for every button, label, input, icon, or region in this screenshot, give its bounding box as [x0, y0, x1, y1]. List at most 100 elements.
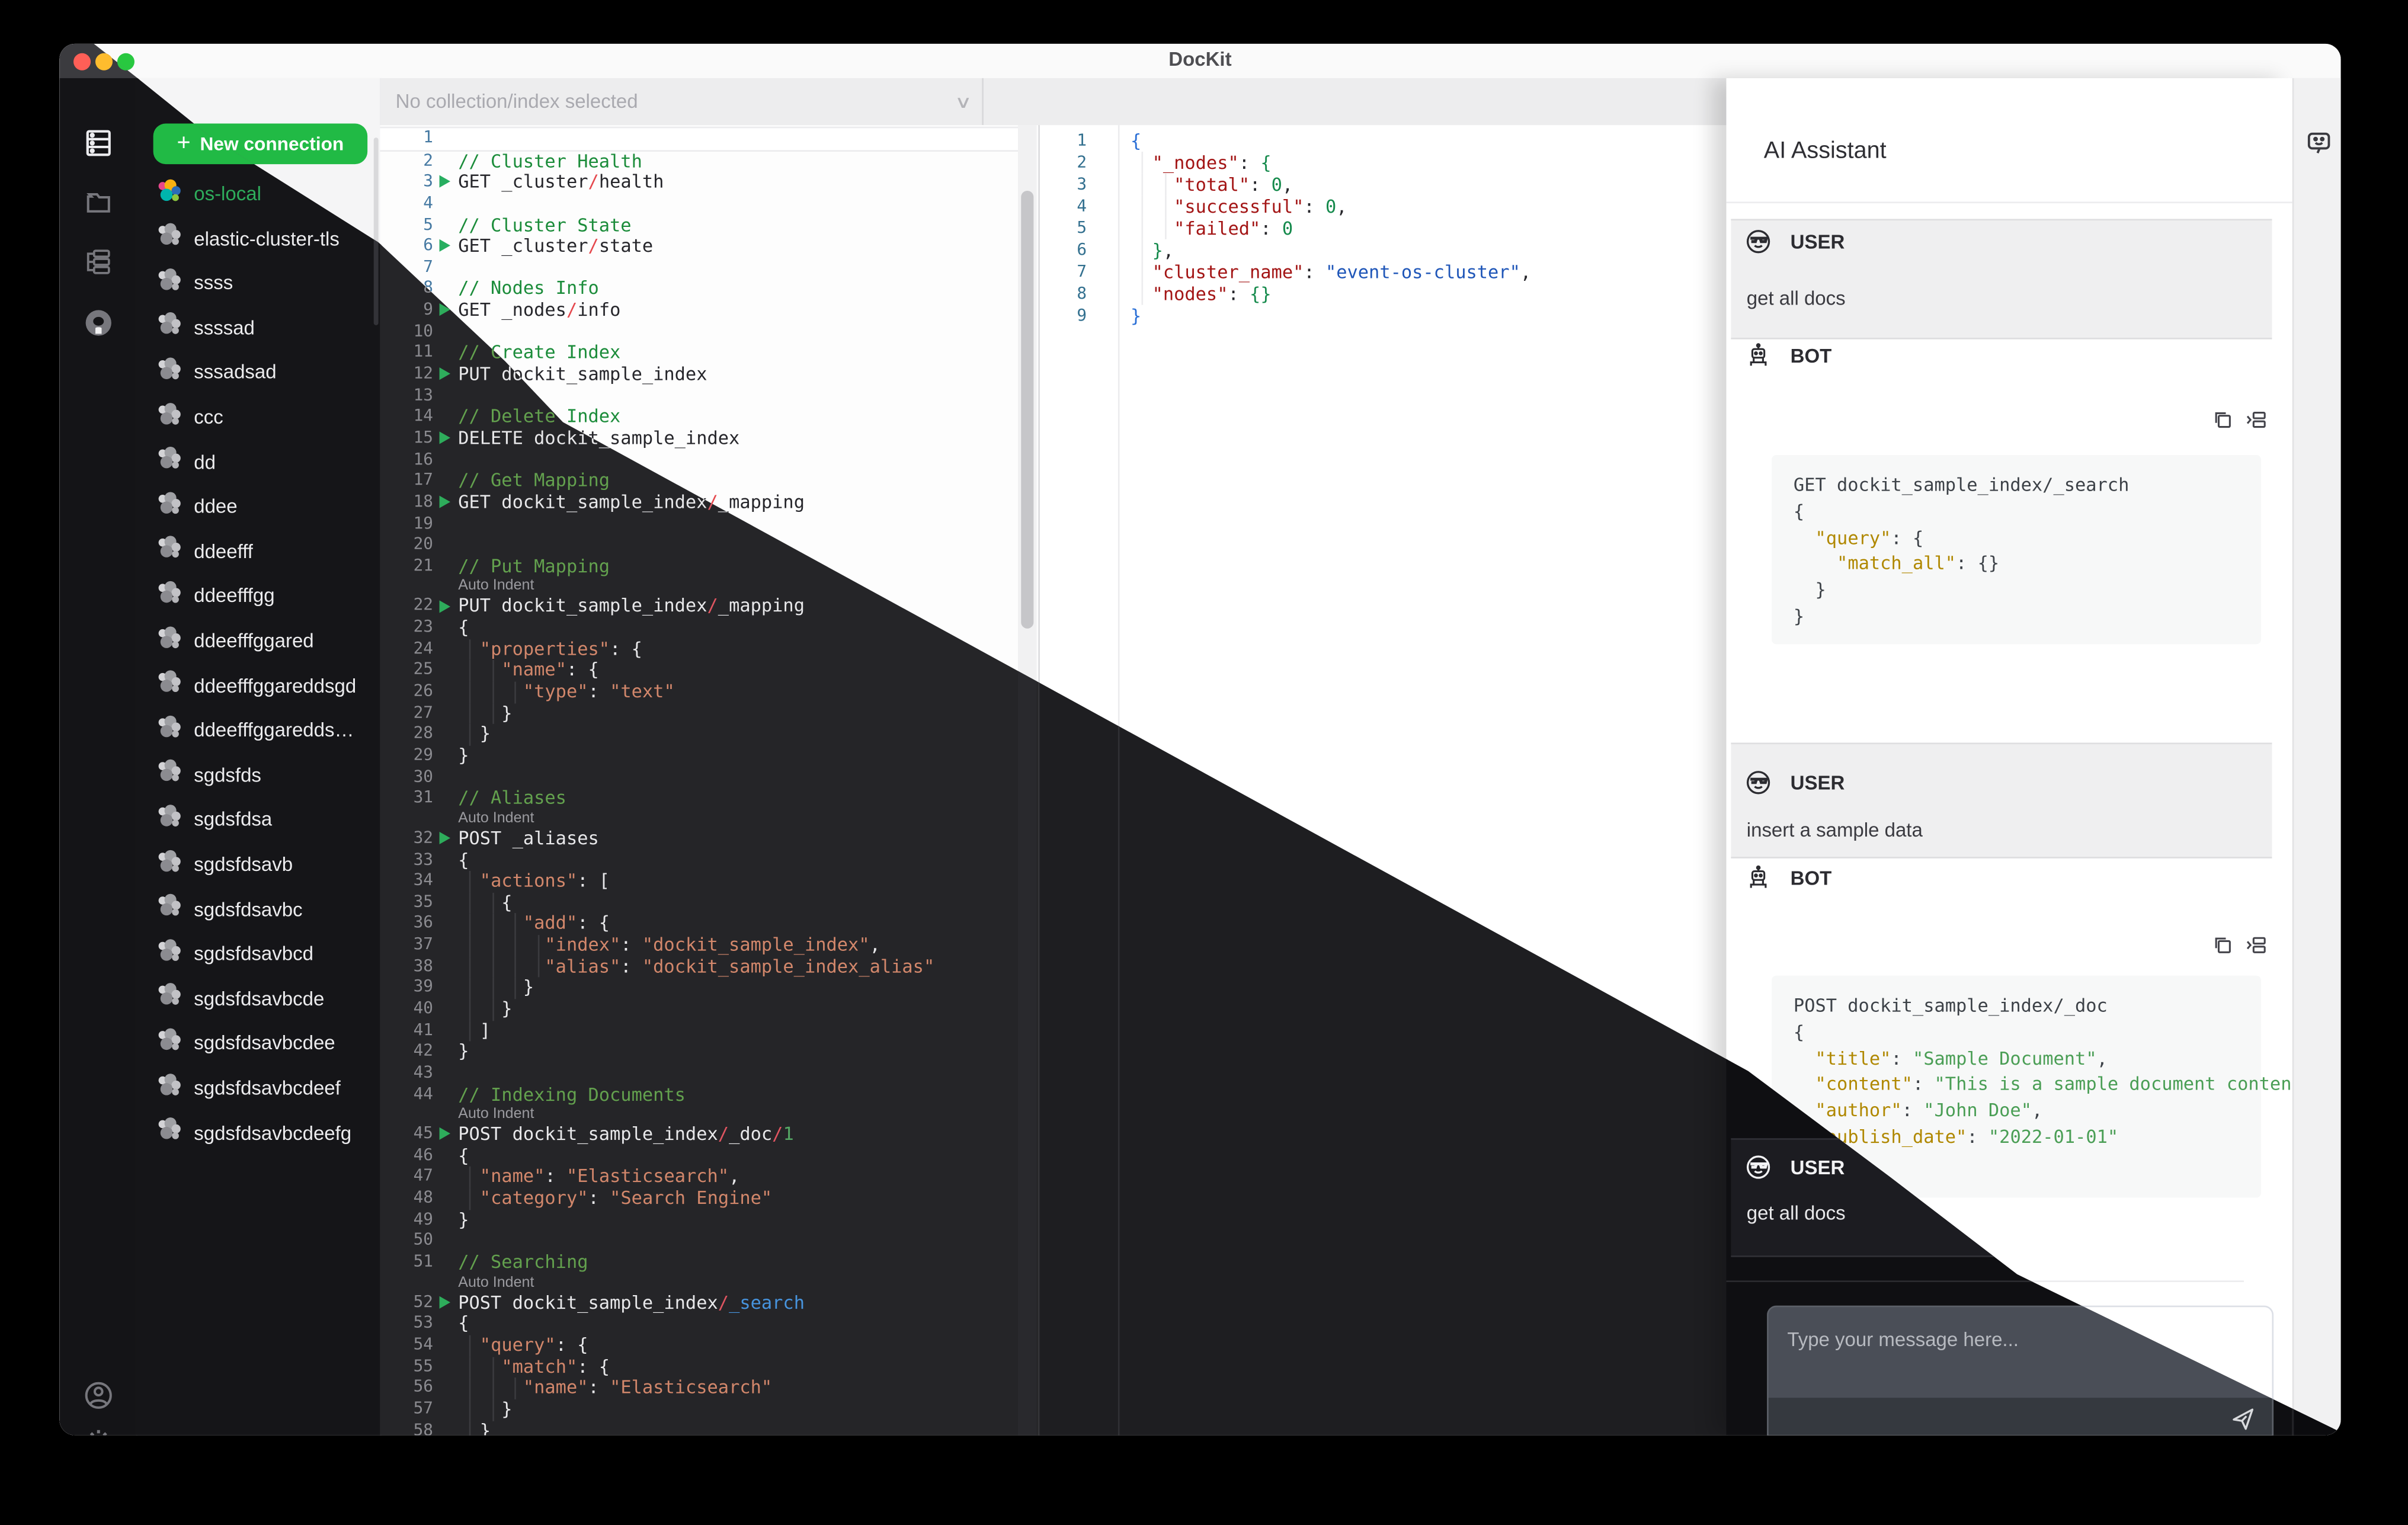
line-number: 26: [413, 681, 434, 701]
indent-guide: [469, 1399, 472, 1421]
line-number: 3: [423, 172, 434, 191]
indent-guide: [492, 660, 494, 682]
connection-item: sgdsfds: [136, 753, 380, 797]
line-number: 46: [413, 1145, 434, 1165]
indent-guide: [537, 956, 539, 978]
run-query-arrow-icon: [439, 600, 451, 613]
indent-guide: [1142, 151, 1144, 174]
editor-widget-row: Auto Indent: [380, 1106, 1018, 1124]
line-number: 39: [413, 978, 434, 997]
indent-guide: [469, 935, 472, 957]
indent-guide: [1142, 283, 1144, 305]
connection-item: ddeefffggareddsgda…: [136, 709, 380, 752]
elasticsearch-cluster-gray-icon: [136, 401, 182, 434]
insert-to-editor-icon[interactable]: [2244, 935, 2268, 963]
code-line: // Indexing Documents: [458, 1082, 686, 1105]
send-message-button: [2230, 1405, 2256, 1435]
indent-guide: [1142, 173, 1144, 196]
connection-item: ddeefff: [136, 530, 380, 574]
code-line: "successful": 0,: [1174, 195, 1347, 217]
indent-guide: [492, 1356, 494, 1378]
line-number: 10: [413, 322, 434, 341]
copy-icon[interactable]: [2212, 409, 2233, 438]
editor-row: 57 }: [380, 1398, 1018, 1421]
connection-item: sssadsad: [136, 351, 380, 395]
code-line: // Nodes Info: [458, 277, 599, 300]
connection-item: sgdsfdsavbc: [136, 888, 380, 931]
collection-index-dropdown[interactable]: No collection/index selected ∨: [396, 78, 984, 126]
github-icon: [82, 307, 114, 347]
user-message-text: get all docs: [1746, 1202, 1846, 1225]
indent-guide: [469, 724, 472, 746]
line-number: 54: [413, 1335, 434, 1354]
line-number: 56: [413, 1377, 434, 1397]
connection-item: ddeefffgg: [136, 575, 380, 619]
line-number: 37: [413, 935, 434, 954]
indent-guide: [492, 1399, 494, 1421]
connections-panel: + New connection os-localelastic-cluster…: [136, 78, 382, 1436]
bot-code-line: "title": "Sample Document",: [1815, 1047, 2108, 1069]
line-number: 14: [413, 407, 434, 426]
line-number: 50: [413, 1231, 434, 1250]
connection-list: os-local elastic-cluster-tls ssss ssssad sss…: [136, 172, 380, 1435]
editor-row: 30: [380, 767, 1018, 789]
indent-guide: [1142, 195, 1144, 217]
editor-row: 8// Nodes Info: [380, 277, 1018, 300]
user-role-label: USER: [1790, 1156, 1845, 1179]
insert-to-editor-icon[interactable]: [2244, 409, 2268, 438]
screenshot-canvas: DocKit New connection No collection/inde…: [0, 0, 2408, 1525]
ai-header-divider: [1726, 201, 2292, 204]
line-number: 34: [413, 871, 434, 890]
code-line: "total": 0,: [1174, 173, 1293, 196]
editor-row: 50: [380, 1231, 1018, 1252]
editor-row: 37 "index": "dockit_sample_index",: [380, 933, 1018, 957]
bot-code-line: }: [1793, 578, 1826, 601]
editor-scrollbar-thumb[interactable]: [1021, 190, 1034, 629]
editor-row: 39 }: [380, 976, 1018, 999]
indent-guide: [492, 999, 494, 1021]
user-avatar-sunglasses-icon: [1745, 1154, 1772, 1188]
code-line: {: [458, 616, 469, 638]
editor-row: 35 {: [380, 891, 1018, 914]
code-line: "index": "dockit_sample_index",: [545, 933, 880, 956]
copy-icon[interactable]: [2212, 935, 2233, 963]
connection-item: sgdsfdsavbcde: [136, 977, 380, 1021]
bot-role-label: BOT: [1790, 867, 1832, 890]
editor-row: 43: [380, 1063, 1018, 1084]
line-number: 52: [413, 1292, 434, 1312]
connection-name: ccc: [194, 406, 223, 429]
line-number: 2: [423, 151, 434, 170]
run-query-arrow-icon[interactable]: [439, 175, 451, 188]
indent-guide: [492, 978, 494, 999]
connection-item: ccc: [136, 396, 380, 440]
line-number: 21: [413, 556, 434, 575]
ai-assistant-title: AI Assistant: [1763, 137, 1887, 165]
user-message-text: get all docs: [1746, 287, 1846, 310]
line-number: 30: [413, 767, 434, 786]
bot-code-line: }: [1793, 605, 1805, 627]
folder-icon: [83, 188, 113, 225]
indent-guide: [1142, 217, 1144, 239]
results-row: 9}: [1040, 305, 1728, 327]
code-line: }: [458, 723, 491, 745]
indent-guide: [514, 978, 517, 999]
editor-row: 55 "match": {: [380, 1355, 1018, 1378]
line-number: 8: [1077, 284, 1087, 303]
line-number: 57: [413, 1399, 434, 1418]
code-line: // Aliases: [458, 786, 566, 809]
line-number: 45: [413, 1124, 434, 1143]
line-number: 19: [413, 513, 434, 533]
indent-guide: [514, 914, 517, 935]
line-number: 31: [413, 788, 434, 808]
connection-item: ddeefffggareddsgd: [136, 664, 380, 708]
run-query-arrow-icon[interactable]: [439, 239, 451, 252]
chat-bubble-smiley-icon[interactable]: [2305, 130, 2332, 164]
connection-item: sgdsfdsavbcd: [136, 932, 380, 976]
connection-name: sssadsad: [194, 361, 277, 384]
indent-guide: [514, 681, 517, 703]
line-number: 17: [413, 470, 434, 490]
elasticsearch-cluster-gray-icon: [136, 1072, 182, 1104]
connection-name: ddeefffggareddsgda…: [194, 719, 363, 742]
connection-name: sgdsfds: [194, 764, 261, 786]
gear-icon: [83, 1426, 113, 1436]
